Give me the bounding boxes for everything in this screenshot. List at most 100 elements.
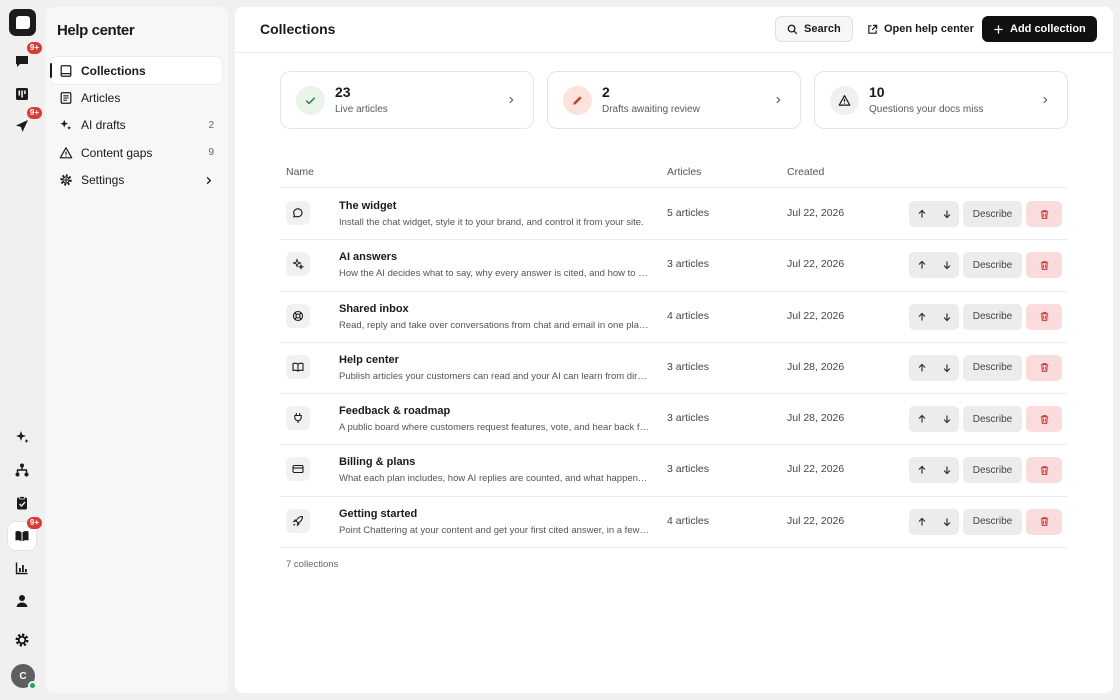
chevron-right-icon [509,96,514,104]
collection-name[interactable]: Feedback & roadmap [339,405,450,417]
settings-nav-button[interactable] [8,626,36,654]
clipboard-icon [17,496,27,510]
move-down-button[interactable] [934,457,959,483]
table-row[interactable]: Help center Publish articles your custom… [280,343,1067,395]
move-down-button[interactable] [934,252,959,278]
help-center-sidebar: Help center Collections Articles AI draf… [45,7,228,693]
user-avatar[interactable]: C [11,664,37,690]
sidebar-nav: Collections Articles AI drafts 2 Content… [50,57,222,194]
table-row[interactable]: Shared inbox Read, reply and take over c… [280,292,1067,343]
delete-button[interactable] [1026,201,1062,227]
tasks-nav-button[interactable] [8,489,36,517]
reorder-buttons [909,406,959,433]
stat-card-questions-missed[interactable]: 10 Questions your docs miss [814,71,1068,129]
table-row[interactable]: Feedback & roadmap A public board where … [280,394,1067,446]
move-down-button[interactable] [934,201,959,227]
sidebar-item-settings[interactable]: Settings [51,167,222,194]
open-book-icon [15,530,29,542]
describe-button[interactable]: Describe [963,201,1022,227]
move-up-button[interactable] [909,201,934,227]
delete-button[interactable] [1026,406,1062,433]
collection-name[interactable]: Shared inbox [339,303,409,315]
search-button-label: Search [804,23,841,35]
chevron-right-icon [206,176,212,184]
inbox-nav-button[interactable]: 9+ [8,41,43,75]
delete-button[interactable] [1026,457,1062,484]
move-up-button[interactable] [909,304,934,330]
online-status-dot [28,681,37,690]
contacts-nav-button[interactable] [8,587,36,615]
search-button[interactable]: Search [775,16,853,42]
plus-icon [994,24,1003,34]
collection-name[interactable]: AI answers [339,251,397,263]
column-header-articles[interactable]: Articles [667,166,701,178]
trash-icon [1040,466,1048,475]
open-help-center-button[interactable]: Open help center [856,16,985,42]
app-logo[interactable] [9,9,36,36]
move-down-button[interactable] [934,406,959,432]
sparkles-icon [292,258,304,271]
collections-table-header: Name Articles Created [280,158,1067,188]
collection-name[interactable]: Billing & plans [339,456,415,468]
delete-button[interactable] [1026,252,1062,279]
knowledge-nav-button[interactable]: 9+ [8,516,43,550]
collection-icon-tile [286,508,310,533]
check-icon [305,97,316,105]
outbound-nav-button[interactable]: 9+ [8,106,43,140]
sparkle-icon [16,431,29,443]
chevron-right-icon [1043,96,1048,104]
created-date: Jul 22, 2026 [787,258,845,271]
move-up-button[interactable] [909,406,934,432]
ai-drafts-count: 2 [208,119,214,131]
rocket-icon [292,515,304,527]
column-header-name[interactable]: Name [286,166,314,178]
describe-button[interactable]: Describe [963,406,1022,433]
move-down-button[interactable] [934,509,959,535]
stat-card-live-articles[interactable]: 23 Live articles [280,71,534,129]
table-row[interactable]: The widget Install the chat widget, styl… [280,189,1067,241]
sidebar-item-collections[interactable]: Collections [50,57,222,84]
collection-name[interactable]: The widget [339,200,396,212]
table-row[interactable]: AI answers How the AI decides what to sa… [280,240,1067,292]
collection-description: Read, reply and take over conversations … [339,319,649,331]
describe-button[interactable]: Describe [963,354,1022,381]
created-date: Jul 28, 2026 [787,412,845,425]
move-up-button[interactable] [909,355,934,381]
move-down-button[interactable] [934,355,959,381]
table-row[interactable]: Getting started Point Chattering at your… [280,497,1067,549]
delete-button[interactable] [1026,508,1062,535]
move-up-button[interactable] [909,509,934,535]
move-down-button[interactable] [934,304,959,330]
sidebar-item-label: AI drafts [81,118,126,133]
delete-button[interactable] [1026,303,1062,330]
describe-button[interactable]: Describe [963,508,1022,535]
collection-description: Install the chat widget, style it to you… [339,217,644,228]
sidebar-item-ai-drafts[interactable]: AI drafts 2 [51,112,222,139]
describe-button[interactable]: Describe [963,252,1022,279]
table-row[interactable]: Billing & plans What each plan includes,… [280,445,1067,497]
workflows-nav-button[interactable] [8,456,36,484]
move-up-button[interactable] [909,252,934,278]
book-icon [292,362,304,372]
move-up-button[interactable] [909,457,934,483]
sidebar-item-label: Collections [81,63,146,78]
describe-button[interactable]: Describe [963,303,1022,330]
search-icon [787,24,798,34]
arrow-up-icon [918,209,925,218]
board-nav-button[interactable] [8,80,36,108]
sidebar-item-articles[interactable]: Articles [51,84,222,111]
column-header-created[interactable]: Created [787,166,824,178]
collection-name[interactable]: Getting started [339,508,417,520]
ai-nav-button[interactable] [8,423,36,451]
add-collection-button[interactable]: Add collection [982,16,1097,42]
arrow-up-icon [918,517,925,526]
describe-button[interactable]: Describe [963,457,1022,484]
reorder-buttons [909,252,959,279]
collection-name[interactable]: Help center [339,354,399,366]
reports-nav-button[interactable] [8,554,36,582]
sidebar-item-content-gaps[interactable]: Content gaps 9 [51,139,222,166]
arrow-up-icon [918,414,925,423]
delete-button[interactable] [1026,354,1062,381]
stat-card-drafts[interactable]: 2 Drafts awaiting review [547,71,801,129]
document-icon [60,92,72,104]
